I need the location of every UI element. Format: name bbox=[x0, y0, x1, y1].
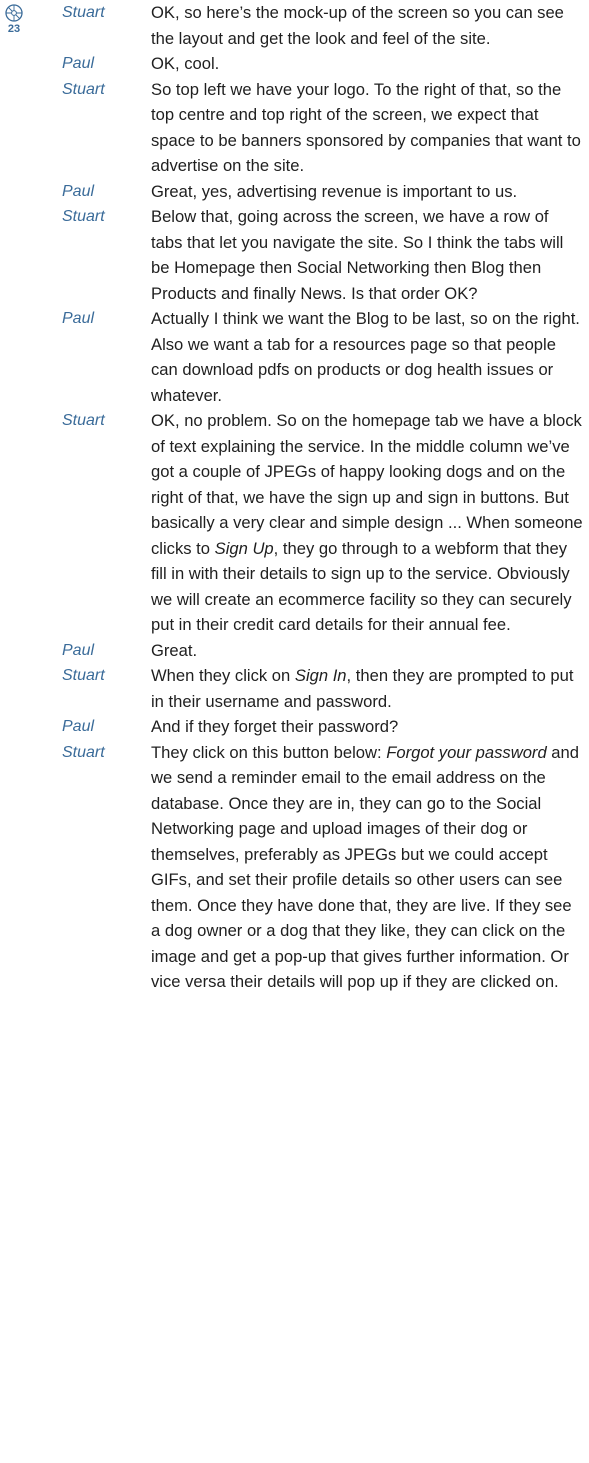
speech-text: Below that, going across the screen, we … bbox=[151, 204, 583, 306]
dialogue-line: Stuart OK, no problem. So on the homepage… bbox=[0, 408, 589, 638]
dialogue-line: Paul Great, yes, advertising revenue is i… bbox=[0, 179, 589, 205]
speech-fragment: OK, cool. bbox=[151, 54, 220, 73]
speech-text: Great, yes, advertising revenue is impor… bbox=[151, 179, 583, 205]
speech-text: And if they forget their password? bbox=[151, 714, 583, 740]
speech-fragment: Below that, going across the screen, we … bbox=[151, 207, 564, 303]
speaker-name: Paul bbox=[62, 718, 95, 735]
speech-text: So top left we have your logo. To the ri… bbox=[151, 77, 583, 179]
speaker-name: Stuart bbox=[62, 667, 105, 684]
dialogue-line: Stuart Below that, going across the scree… bbox=[0, 204, 589, 306]
speaker-name: Stuart bbox=[62, 743, 105, 761]
speech-fragment: OK, so here’s the mock-up of the screen … bbox=[151, 3, 564, 48]
speech-fragment: When they click on bbox=[151, 666, 295, 685]
speech-fragment: And if they forget their password? bbox=[151, 717, 399, 736]
dialogue-line: Paul Great. bbox=[0, 638, 589, 664]
speech-fragment: So top left we have your logo. To the ri… bbox=[151, 79, 581, 176]
speech-text: Great. bbox=[151, 638, 583, 664]
speech-text: OK, cool. bbox=[151, 51, 583, 77]
speech-fragment: and we send a reminder email to the emai… bbox=[151, 742, 579, 992]
dialogue-line: Paul Actually I think we want the Blog to… bbox=[0, 306, 589, 408]
dialogue-line: Stuart So top left we have your logo. To … bbox=[0, 77, 589, 179]
dialogue-line: Stuart OK, so here’s the mock-up of the s… bbox=[0, 0, 589, 51]
emphasized-button-name: Forgot your password bbox=[386, 742, 547, 762]
speaker-name: Paul bbox=[62, 310, 95, 327]
speech-fragment: They click on this button below: bbox=[151, 742, 387, 762]
dialogue-transcript: Stuart OK, so here’s the mock-up of the s… bbox=[0, 0, 589, 995]
speech-text: OK, so here’s the mock-up of the screen … bbox=[151, 0, 583, 51]
speech-fragment: Actually I think we want the Blog to be … bbox=[151, 309, 580, 405]
speech-text: Actually I think we want the Blog to be … bbox=[151, 306, 583, 408]
speech-text: When they click on Sign In, then they ar… bbox=[151, 663, 583, 714]
speaker-name: Paul bbox=[62, 641, 95, 659]
speech-fragment: Great, yes, advertising revenue is impor… bbox=[151, 181, 518, 201]
speaker-name: Stuart bbox=[62, 208, 105, 225]
dialogue-line: Paul And if they forget their password? bbox=[0, 714, 589, 740]
dialogue-line: Paul OK, cool. bbox=[0, 51, 589, 77]
speaker-name: Paul bbox=[62, 182, 95, 200]
page: 23 Stuart OK, so here’s the mock-up of th… bbox=[0, 0, 589, 1463]
speaker-name: Stuart bbox=[62, 4, 105, 21]
dialogue-line: Stuart When they click on Sign In, then t… bbox=[0, 663, 589, 714]
speech-text: OK, no problem. So on the homepage tab w… bbox=[151, 408, 583, 638]
emphasized-button-name: Sign In bbox=[294, 666, 347, 685]
speech-text: They click on this button below: Forgot … bbox=[151, 740, 583, 995]
speaker-name: Stuart bbox=[62, 80, 105, 98]
speech-fragment: OK, no problem. So on the homepage tab w… bbox=[151, 411, 583, 558]
speaker-name: Stuart bbox=[62, 412, 105, 429]
speaker-name: Paul bbox=[62, 55, 95, 72]
speech-fragment: Great. bbox=[151, 640, 198, 660]
dialogue-line: Stuart They click on this button below: F… bbox=[0, 740, 589, 995]
emphasized-button-name: Sign Up bbox=[214, 538, 274, 558]
